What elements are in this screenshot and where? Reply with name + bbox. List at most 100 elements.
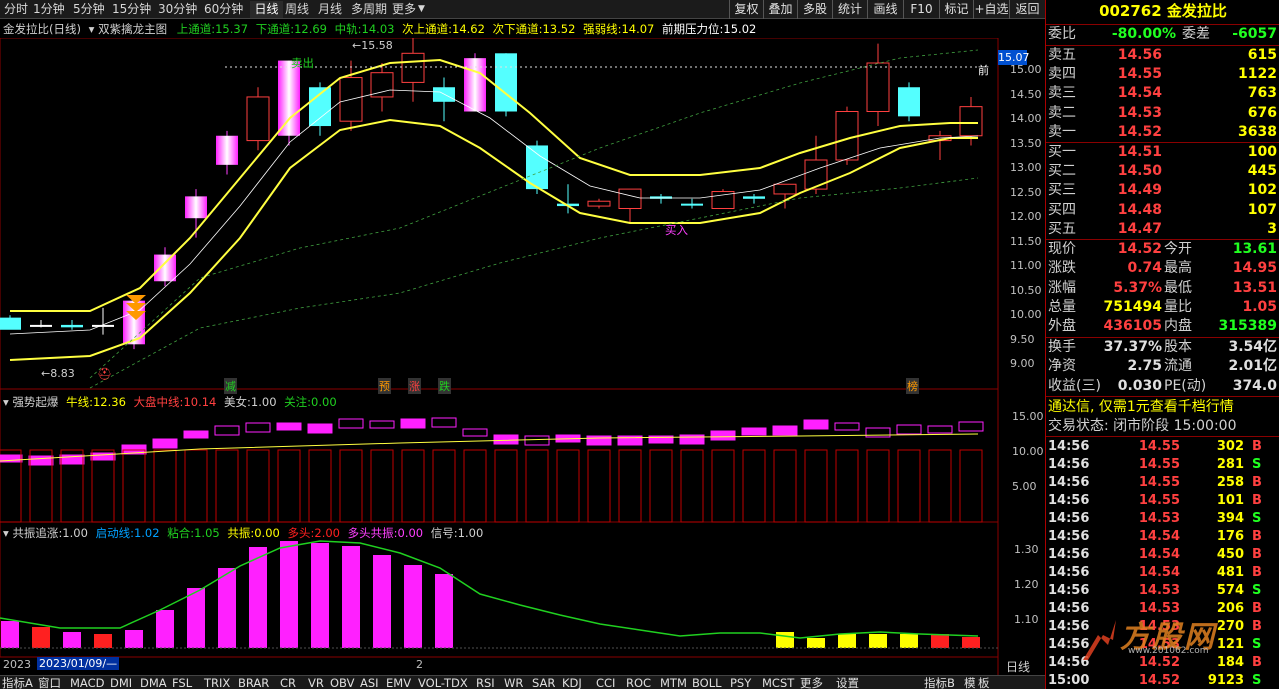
- tab-daily[interactable]: 日线: [250, 1, 283, 18]
- indicator-tab[interactable]: TRIX: [204, 676, 230, 689]
- tab-60min[interactable]: 60分钟: [204, 1, 243, 18]
- indicator-tab[interactable]: 指标A: [2, 676, 33, 689]
- mark-button[interactable]: 标记: [939, 0, 973, 19]
- indicator-tab[interactable]: 窗口: [38, 676, 61, 689]
- resonance-bar: [807, 638, 825, 648]
- period-indicator: 日线: [1006, 660, 1031, 674]
- sub1-title[interactable]: 强势起爆: [12, 395, 58, 409]
- next-down-channel-value: 13.52: [542, 22, 576, 36]
- draw-line-button[interactable]: 画线: [867, 0, 903, 19]
- indicator-tab[interactable]: CCI: [596, 676, 615, 689]
- down-channel-value: 12.69: [294, 22, 328, 36]
- tab-weekly[interactable]: 周线: [285, 1, 309, 18]
- strength-line-label: 强弱线:: [583, 22, 622, 36]
- indicator-tab[interactable]: EMV: [386, 676, 411, 689]
- indicator-tab[interactable]: KDJ: [562, 676, 582, 689]
- stat-label: 量比: [1164, 298, 1192, 315]
- indicator-tab[interactable]: RSI: [476, 676, 495, 689]
- pressure-level-label: 前期压力位:: [662, 22, 724, 36]
- candle-body: [370, 72, 394, 98]
- kline-chart[interactable]: [0, 38, 1045, 675]
- tick-volume: 394: [1216, 511, 1244, 526]
- promo-link[interactable]: 通达信, 仅需1元查看千档行情: [1048, 398, 1279, 417]
- indicator-tab[interactable]: OBV: [330, 676, 354, 689]
- chevron-down-icon[interactable]: ▾: [89, 22, 95, 36]
- chevron-down-icon[interactable]: ▼: [418, 1, 425, 18]
- indicator-tab[interactable]: VOL-TDX: [418, 676, 468, 689]
- f10-button[interactable]: F10: [903, 0, 939, 19]
- order-level: 买三 14.49 102: [1046, 181, 1279, 200]
- candle-body: [246, 96, 270, 142]
- level-price: 14.53: [1117, 104, 1162, 121]
- indicator-tab[interactable]: SAR: [532, 676, 555, 689]
- volume-bar: [277, 449, 301, 523]
- strength-bar: [28, 455, 54, 466]
- volume-bar: [184, 449, 208, 523]
- chevron-down-icon[interactable]: ▾: [3, 395, 9, 409]
- level-price: 14.55: [1117, 66, 1162, 83]
- stat-value: 2.75: [1127, 358, 1162, 375]
- bond-line: [0, 540, 979, 639]
- indicator-tab[interactable]: MCST: [762, 676, 794, 689]
- weibi-label: 委比: [1048, 26, 1076, 42]
- add-watchlist-button[interactable]: +自选: [973, 0, 1009, 19]
- level-price: 14.50: [1117, 163, 1162, 180]
- indicator-tab[interactable]: ROC: [626, 676, 651, 689]
- indicator-tab[interactable]: DMI: [110, 676, 132, 689]
- sub2-header: ▾ 共振追涨:1.00 启动线:1.02 粘合:1.05 共振:0.00 多头:…: [3, 525, 483, 541]
- indicator-tab-right[interactable]: 指标B: [924, 676, 955, 689]
- tick-volume: 258: [1216, 475, 1244, 490]
- resonance-bar: [156, 610, 174, 648]
- indicator-tab[interactable]: 更多: [800, 676, 823, 689]
- tab-5min[interactable]: 5分钟: [73, 1, 105, 18]
- main-indicator-name[interactable]: 双紫擒龙主图: [98, 22, 167, 36]
- indicator-tab[interactable]: BRAR: [238, 676, 269, 689]
- tab-multi-period[interactable]: 多周期: [351, 1, 387, 18]
- back-button[interactable]: 返回: [1009, 0, 1045, 19]
- indicator-tab[interactable]: VR: [308, 676, 324, 689]
- order-level: 卖三 14.54 763: [1046, 84, 1279, 103]
- chevron-down-icon[interactable]: ▾: [3, 526, 9, 540]
- indicator-tab[interactable]: ASI: [360, 676, 379, 689]
- indicator-tab[interactable]: FSL: [172, 676, 192, 689]
- tab-fenshi[interactable]: 分时: [4, 1, 28, 18]
- stat-value: 0.74: [1127, 260, 1162, 277]
- stat-value: 5.37%: [1113, 279, 1162, 296]
- indicator-tab[interactable]: MTM: [660, 676, 687, 689]
- weicha-value: -6057: [1232, 26, 1277, 42]
- indicator-tab-right[interactable]: 板: [978, 676, 990, 689]
- bond-label: 粘合:: [167, 526, 195, 540]
- stat-label: 今开: [1164, 241, 1192, 257]
- tab-monthly[interactable]: 月线: [318, 1, 342, 18]
- resonance-bar: [373, 555, 391, 648]
- sub2-title[interactable]: 共振追涨: [12, 526, 58, 540]
- volume-bar: [711, 449, 735, 523]
- fuquan-button[interactable]: 复权: [729, 0, 763, 19]
- tab-15min[interactable]: 15分钟: [112, 1, 151, 18]
- indicator-tab[interactable]: WR: [504, 676, 523, 689]
- strength-bar: [338, 418, 364, 429]
- resonance-bar: [435, 574, 453, 648]
- tick-time: 14:56: [1048, 439, 1090, 454]
- stats-button[interactable]: 统计: [832, 0, 867, 19]
- indicator-tab[interactable]: BOLL: [692, 676, 722, 689]
- volume-bar: [339, 449, 363, 523]
- tick-time: 14:56: [1048, 493, 1090, 508]
- tab-30min[interactable]: 30分钟: [158, 1, 197, 18]
- overlay-button[interactable]: 叠加: [763, 0, 797, 19]
- volume-bar: [556, 449, 580, 523]
- indicator-tab[interactable]: 设置: [836, 676, 859, 689]
- tick-price: 14.55: [1138, 439, 1180, 454]
- tab-more[interactable]: 更多: [392, 1, 416, 18]
- resonance-bar: [776, 632, 794, 648]
- indicator-tab[interactable]: MACD: [70, 676, 104, 689]
- indicator-tab[interactable]: CR: [280, 676, 296, 689]
- multi-stock-button[interactable]: 多股: [797, 0, 832, 19]
- indicator-info-line: 金发拉比(日线) ▾ 双紫擒龙主图 上通道:15.37 下通道:12.69 中轨…: [0, 20, 1000, 38]
- indicator-tab[interactable]: PSY: [730, 676, 751, 689]
- indicator-tab[interactable]: DMA: [140, 676, 167, 689]
- bull-value: 2.00: [314, 526, 340, 540]
- stat-label: 净资: [1048, 358, 1076, 375]
- indicator-tab-right[interactable]: 模: [964, 676, 976, 689]
- tab-1min[interactable]: 1分钟: [33, 1, 65, 18]
